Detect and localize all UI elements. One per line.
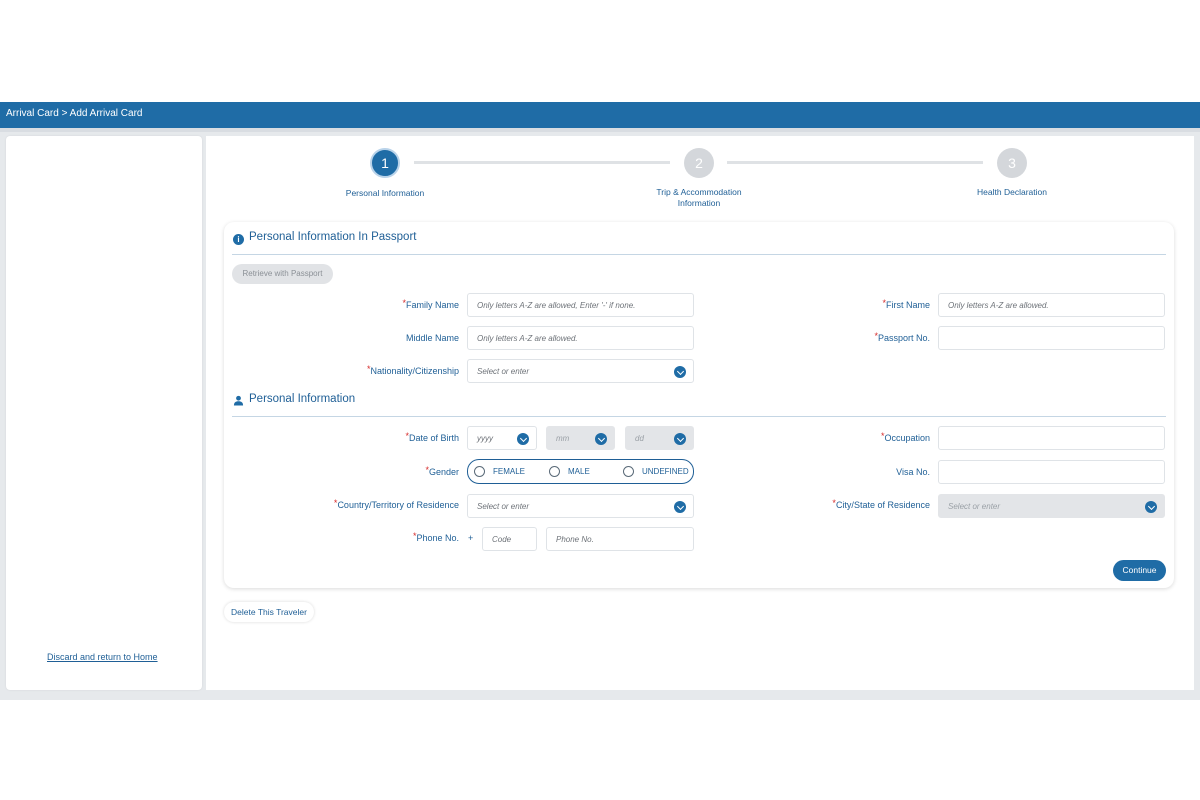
family-name-input[interactable]: Only letters A-Z are allowed, Enter '-' …: [467, 293, 694, 317]
occupation-input[interactable]: [938, 426, 1165, 450]
city-residence-placeholder: Select or enter: [948, 502, 1001, 511]
breadcrumb: Arrival Card > Add Arrival Card: [0, 102, 1200, 128]
gender-female-label[interactable]: FEMALE: [493, 467, 525, 476]
middle-name-label: Middle Name: [405, 333, 459, 343]
breadcrumb-current: Add Arrival Card: [69, 108, 143, 119]
phone-code-input[interactable]: Code: [482, 527, 537, 551]
discard-return-home-link[interactable]: Discard and return to Home: [47, 652, 158, 662]
nationality-label: *Nationality/Citizenship: [366, 364, 459, 376]
info-icon: i: [233, 234, 244, 245]
step-2-label-line1: Trip & Accommodation: [656, 187, 742, 197]
gender-undefined-radio[interactable]: [623, 466, 634, 477]
first-name-label: *First Name: [882, 298, 930, 310]
chevron-down-icon: [674, 366, 686, 378]
step-1-label: Personal Information: [345, 188, 425, 198]
visa-no-label: Visa No.: [896, 467, 930, 477]
step-2-circle[interactable]: 2: [684, 148, 714, 178]
dob-year-select[interactable]: yyyy: [467, 426, 537, 450]
step-2-label-line2: Information: [677, 198, 721, 208]
passport-no-input[interactable]: [938, 326, 1165, 350]
date-of-birth-label: *Date of Birth: [405, 431, 459, 443]
nationality-placeholder: Select or enter: [477, 367, 530, 376]
city-residence-select[interactable]: Select or enter: [938, 494, 1165, 518]
gender-male-radio[interactable]: [549, 466, 560, 477]
passport-section-title: Personal Information In Passport: [249, 231, 417, 243]
step-3-circle[interactable]: 3: [997, 148, 1027, 178]
first-name-input[interactable]: Only letters A-Z are allowed.: [938, 293, 1165, 317]
chevron-down-icon: [1145, 501, 1157, 513]
chevron-down-icon: [517, 433, 529, 445]
stepper-connector-1: [414, 161, 670, 164]
city-residence-label: *City/State of Residence: [832, 498, 930, 510]
country-residence-select[interactable]: Select or enter: [467, 494, 694, 518]
chevron-down-icon: [674, 501, 686, 513]
visa-no-input[interactable]: [938, 460, 1165, 484]
passport-section-divider: [232, 254, 1166, 255]
gender-male-label[interactable]: MALE: [568, 467, 590, 476]
retrieve-with-passport-button[interactable]: Retrieve with Passport: [232, 264, 333, 284]
step-1-circle[interactable]: 1: [370, 148, 400, 178]
gender-radio-group: FEMALE MALE UNDEFINED: [467, 459, 694, 484]
passport-no-label: *Passport No.: [874, 331, 930, 343]
step-2-label: Trip & Accommodation Information: [639, 187, 759, 209]
arrival-card-app: Arrival Card > Add Arrival Card Discard …: [0, 0, 1200, 800]
phone-label: *Phone No.: [412, 531, 459, 543]
occupation-label: *Occupation: [880, 431, 930, 443]
nationality-select[interactable]: Select or enter: [467, 359, 694, 383]
breadcrumb-root[interactable]: Arrival Card: [6, 108, 59, 119]
gender-undefined-label[interactable]: UNDEFINED: [642, 467, 689, 476]
person-icon: [233, 395, 244, 406]
sidebar-panel: [6, 136, 202, 690]
step-3-label: Health Declaration: [977, 187, 1047, 197]
phone-number-input[interactable]: Phone No.: [546, 527, 694, 551]
gender-label: *Gender: [425, 465, 459, 477]
delete-traveler-button[interactable]: Delete This Traveler: [224, 602, 314, 622]
chevron-down-icon: [595, 433, 607, 445]
personal-info-form-card: [224, 222, 1174, 588]
stepper-connector-2: [727, 161, 983, 164]
middle-name-input[interactable]: Only letters A-Z are allowed.: [467, 326, 694, 350]
dob-day-select[interactable]: dd: [625, 426, 694, 450]
dob-month-select[interactable]: mm: [546, 426, 615, 450]
dob-year-placeholder: yyyy: [477, 434, 493, 443]
gender-female-radio[interactable]: [474, 466, 485, 477]
continue-button[interactable]: Continue: [1113, 560, 1166, 581]
phone-plus-sign: +: [468, 533, 474, 543]
personal-section-divider: [232, 416, 1166, 417]
family-name-label: *Family Name: [402, 298, 459, 310]
country-residence-placeholder: Select or enter: [477, 502, 530, 511]
breadcrumb-separator: >: [61, 108, 68, 119]
personal-section-title: Personal Information: [249, 393, 356, 405]
country-residence-label: *Country/Territory of Residence: [333, 498, 459, 510]
chevron-down-icon: [674, 433, 686, 445]
dob-day-placeholder: dd: [635, 434, 644, 443]
dob-month-placeholder: mm: [556, 434, 570, 443]
